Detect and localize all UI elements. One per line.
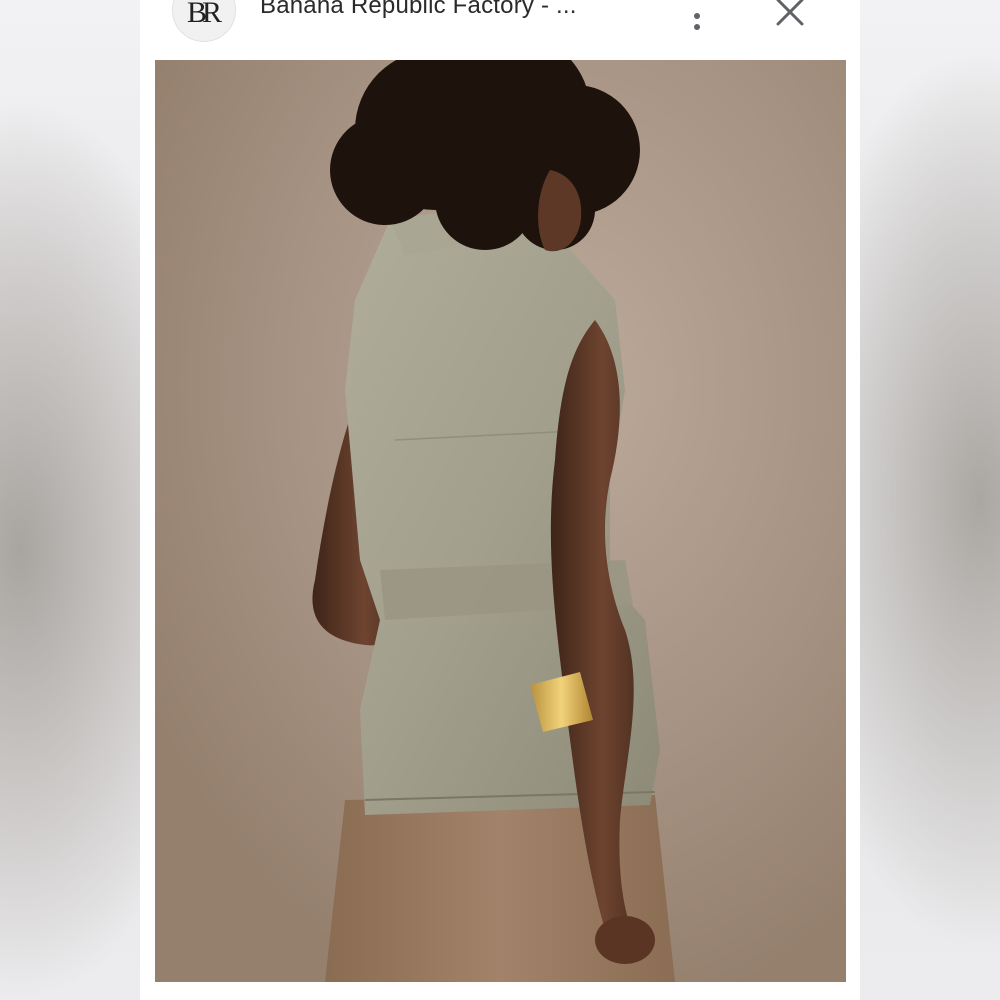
more-vert-icon: [694, 13, 700, 19]
source-logo: BR: [186, 0, 222, 29]
close-button[interactable]: [772, 0, 808, 30]
source-avatar[interactable]: BR: [172, 0, 236, 42]
source-title[interactable]: Banana Republic Factory - ...: [260, 0, 577, 20]
more-vert-icon-dot: [694, 24, 700, 30]
close-icon: [776, 0, 804, 26]
product-photo[interactable]: [155, 60, 846, 982]
image-preview-card: BR Banana Republic Factory - ...: [140, 0, 860, 1000]
model-illustration: [155, 60, 846, 982]
more-options-button[interactable]: [680, 0, 714, 30]
preview-header: BR Banana Republic Factory - ...: [140, 0, 860, 52]
